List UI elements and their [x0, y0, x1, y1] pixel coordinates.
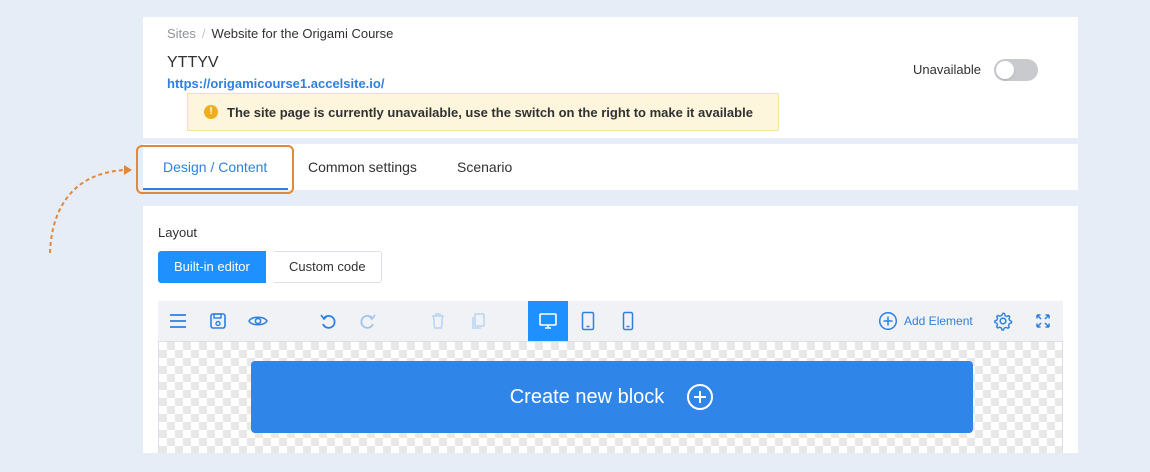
availability-toggle[interactable] [994, 59, 1038, 81]
mobile-view-icon[interactable] [608, 301, 648, 341]
breadcrumb-current: Website for the Origami Course [211, 26, 394, 41]
tab-common-settings[interactable]: Common settings [308, 144, 417, 190]
warning-text: The site page is currently unavailable, … [227, 104, 753, 120]
custom-code-button[interactable]: Custom code [274, 251, 382, 283]
unavailable-warning: ! The site page is currently unavailable… [187, 93, 779, 131]
editor-canvas: Create new block [158, 341, 1063, 453]
toggle-knob [996, 61, 1014, 79]
undo-icon[interactable] [308, 301, 348, 341]
annotation-arrow-icon [49, 165, 132, 254]
add-circle-icon [878, 311, 898, 331]
settings-icon[interactable] [983, 301, 1023, 341]
plus-circle-icon [687, 384, 714, 410]
breadcrumb: Sites / Website for the Origami Course [167, 26, 393, 42]
site-title: YTTYV [167, 54, 219, 71]
desktop-view-icon[interactable] [528, 301, 568, 341]
tabs-bar: Design / Content Common settings Scenari… [143, 144, 1078, 190]
site-url-link[interactable]: https://origamicourse1.accelsite.io/ [167, 76, 384, 92]
breadcrumb-separator: / [201, 26, 206, 41]
add-element-label: Add Element [904, 314, 973, 328]
menu-icon[interactable] [158, 301, 198, 341]
create-block-label: Create new block [509, 385, 665, 408]
active-tab-underline [143, 188, 288, 190]
site-header-card: Sites / Website for the Origami Course Y… [143, 17, 1078, 138]
add-element-button[interactable]: Add Element [878, 301, 973, 341]
editor-toolbar: Add Element [158, 301, 1063, 341]
warning-icon: ! [204, 105, 218, 119]
builtin-editor-button[interactable]: Built-in editor [158, 251, 266, 283]
redo-icon[interactable] [348, 301, 388, 341]
preview-icon[interactable] [238, 301, 278, 341]
fullscreen-icon[interactable] [1023, 301, 1063, 341]
create-new-block-button[interactable]: Create new block [251, 361, 973, 433]
tab-design-content[interactable]: Design / Content [163, 144, 267, 190]
layout-label: Layout [158, 225, 198, 240]
availability-label: Unavailable [913, 62, 981, 77]
tab-scenario[interactable]: Scenario [457, 144, 512, 190]
tablet-view-icon[interactable] [568, 301, 608, 341]
breadcrumb-sites-link[interactable]: Sites [167, 26, 196, 42]
save-icon[interactable] [198, 301, 238, 341]
delete-icon[interactable] [418, 301, 458, 341]
copy-icon[interactable] [458, 301, 498, 341]
editor-card: Layout Built-in editor Custom code Add E… [143, 206, 1078, 453]
